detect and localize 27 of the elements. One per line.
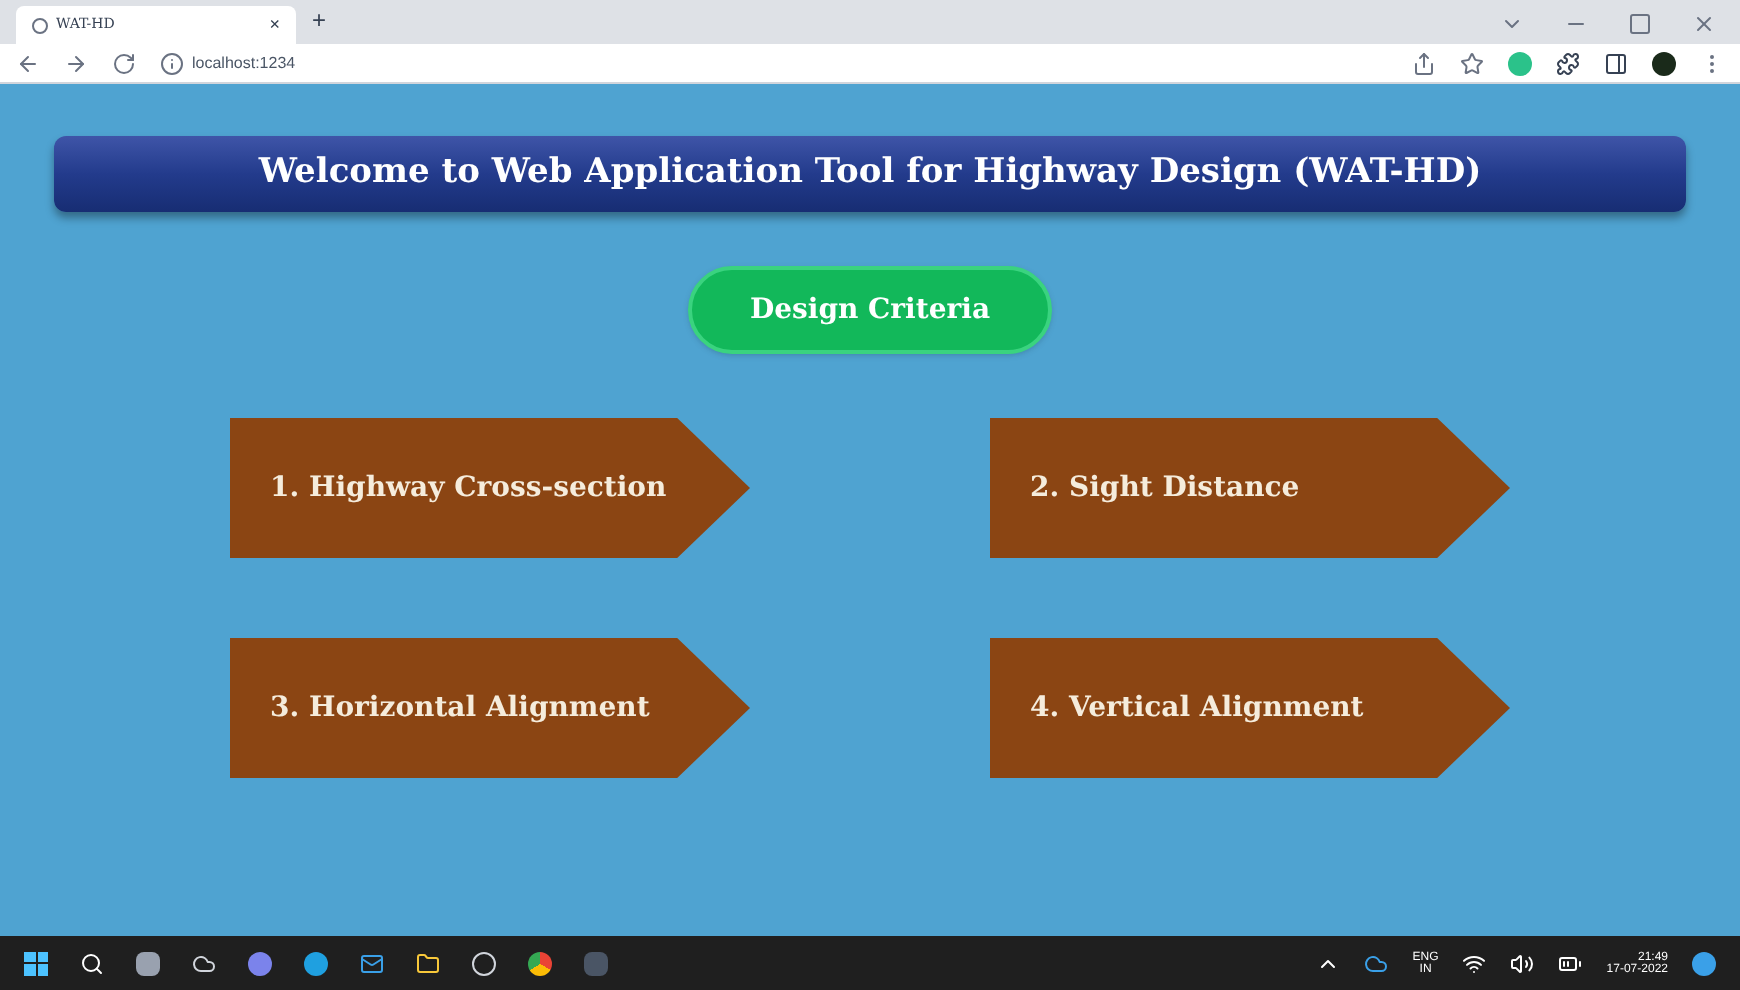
module-button[interactable]: 3. Horizontal Alignment xyxy=(230,638,750,778)
cloud-icon[interactable] xyxy=(192,951,216,975)
share-icon[interactable] xyxy=(1412,51,1436,75)
info-icon[interactable] xyxy=(160,51,184,75)
new-tab-button[interactable]: + xyxy=(312,2,327,38)
battery-icon[interactable] xyxy=(1558,951,1583,975)
tab-close[interactable]: × xyxy=(269,11,280,39)
header-banner: Welcome to Web Application Tool for Highway Design (WAT-HD) xyxy=(54,136,1686,212)
back-icon[interactable] xyxy=(16,51,40,75)
address-field[interactable]: localhost:1234 xyxy=(192,51,296,75)
cloud-icon[interactable] xyxy=(1364,951,1389,975)
close-icon[interactable] xyxy=(1692,12,1716,36)
module-button[interactable]: 1. Highway Cross-section xyxy=(230,418,750,558)
sidebar-icon[interactable] xyxy=(1604,51,1628,75)
folder-icon[interactable] xyxy=(416,951,440,975)
maximize-icon[interactable] xyxy=(1628,12,1652,36)
star-icon[interactable] xyxy=(1460,51,1484,75)
volume-icon[interactable] xyxy=(1510,951,1535,975)
start-icon[interactable] xyxy=(24,951,48,975)
wifi-icon[interactable] xyxy=(1462,951,1487,975)
reload-icon[interactable] xyxy=(112,51,136,75)
puzzle-icon[interactable] xyxy=(1556,51,1580,75)
forward-icon[interactable] xyxy=(64,51,88,75)
mail-icon[interactable] xyxy=(360,951,384,975)
search-icon[interactable] xyxy=(80,951,104,975)
module-button[interactable]: 4. Vertical Alignment xyxy=(990,638,1510,778)
module-button[interactable]: 2. Sight Distance xyxy=(990,418,1510,558)
